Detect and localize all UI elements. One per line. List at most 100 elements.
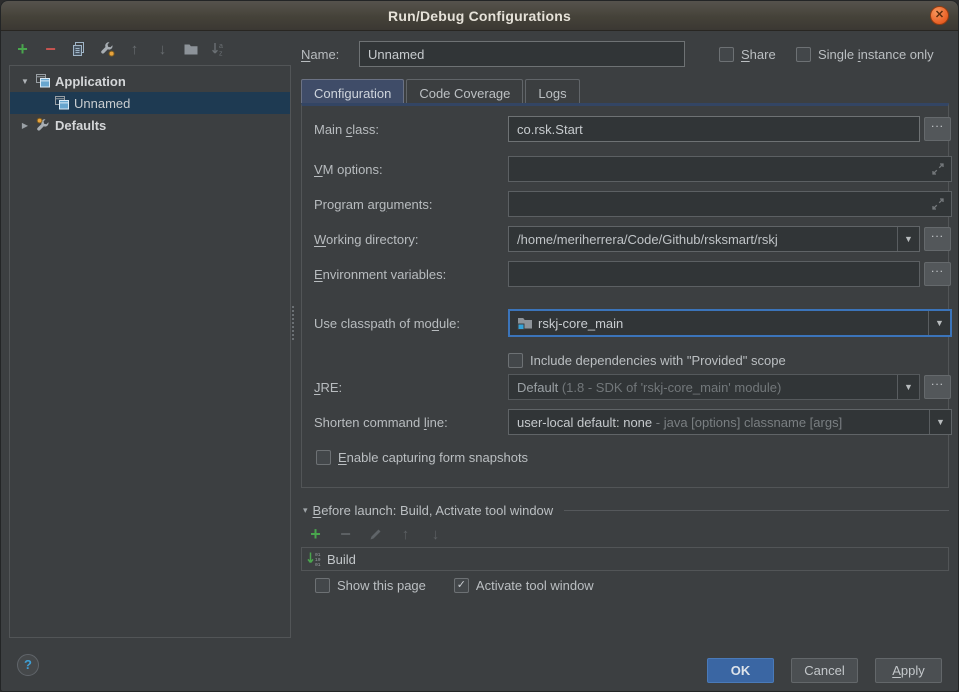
environment-variables-label: Environment variables:	[314, 267, 496, 282]
create-folder-button[interactable]	[182, 41, 199, 58]
chevron-down-icon: ▼	[935, 318, 944, 328]
activate-tool-window-label: Activate tool window	[476, 578, 594, 593]
panel-splitter-handle[interactable]	[292, 306, 296, 340]
environment-variables-browse-button[interactable]: ...	[924, 262, 951, 286]
edit-task-button[interactable]	[367, 526, 384, 543]
sort-az-icon: a z	[211, 41, 227, 57]
vm-options-label: VM options:	[314, 162, 496, 177]
remove-icon: −	[340, 527, 351, 541]
check-icon: ✓	[457, 580, 466, 591]
include-provided-checkbox[interactable]	[508, 353, 523, 368]
shorten-command-line-value: user-local default: none - java [options…	[509, 415, 929, 430]
close-icon: ✕	[935, 9, 944, 21]
ellipsis-icon: ...	[931, 226, 944, 240]
chevron-down-icon: ▼	[904, 382, 913, 392]
application-icon	[35, 73, 51, 89]
tab-configuration[interactable]: Configuration	[301, 79, 404, 103]
working-directory-value: /home/meriherrera/Code/Github/rsksmart/r…	[509, 232, 897, 247]
program-arguments-input[interactable]	[508, 191, 952, 217]
show-this-page-label: Show this page	[337, 578, 426, 593]
configuration-tab-panel: Main class: co.rsk.Start ... VM options:…	[301, 103, 949, 488]
close-button[interactable]: ✕	[930, 6, 949, 25]
shorten-command-line-dropdown-button[interactable]: ▼	[929, 410, 951, 434]
activate-tool-window-checkbox[interactable]: ✓	[454, 578, 469, 593]
before-launch-toolbar: + − ↑ ↓	[307, 526, 444, 542]
configurations-tree: ▼ Application Unnamed ▶	[9, 65, 291, 638]
application-icon	[54, 95, 70, 111]
main-class-label: Main class:	[314, 122, 496, 137]
jre-combobox[interactable]: Default (1.8 - SDK of 'rskj-core_main' m…	[508, 374, 920, 400]
chevron-right-icon[interactable]: ▶	[18, 121, 32, 130]
remove-task-button[interactable]: −	[337, 526, 354, 543]
tab-code-coverage[interactable]: Code Coverage	[406, 79, 523, 103]
help-button[interactable]: ?	[17, 654, 39, 676]
form-snapshots-row: Enable capturing form snapshots	[314, 444, 938, 470]
use-classpath-dropdown-button[interactable]: ▼	[928, 311, 950, 335]
show-this-page-checkbox[interactable]	[315, 578, 330, 593]
task-item-build[interactable]: Build	[327, 552, 356, 567]
apply-button[interactable]: Apply	[875, 658, 942, 683]
expand-field-button[interactable]	[932, 198, 944, 210]
collapse-arrow-icon[interactable]: ▾	[303, 505, 308, 516]
use-classpath-combobox[interactable]: rskj-core_main ▼	[508, 309, 952, 337]
working-directory-label: Working directory:	[314, 232, 496, 247]
jre-browse-button[interactable]: ...	[924, 375, 951, 399]
edit-defaults-button[interactable]	[98, 41, 115, 58]
working-directory-row: Working directory: /home/meriherrera/Cod…	[314, 226, 938, 252]
remove-configuration-button[interactable]: −	[42, 41, 59, 58]
program-arguments-label: Program arguments:	[314, 197, 496, 212]
working-directory-browse-button[interactable]: ...	[924, 227, 951, 251]
single-instance-checkbox[interactable]	[796, 47, 811, 62]
tab-logs[interactable]: Logs	[525, 79, 579, 103]
name-input[interactable]: Unnamed	[359, 41, 685, 67]
add-configuration-button[interactable]: +	[14, 41, 31, 58]
share-checkbox[interactable]	[719, 47, 734, 62]
run-debug-configurations-dialog: Run/Debug Configurations ✕ + − ↑ ↓	[0, 0, 959, 692]
vm-options-input[interactable]	[508, 156, 952, 182]
jre-value: Default (1.8 - SDK of 'rskj-core_main' m…	[509, 380, 897, 395]
expand-field-button[interactable]	[932, 163, 944, 175]
ok-button[interactable]: OK	[707, 658, 774, 683]
pencil-icon	[369, 527, 383, 541]
vm-options-row: VM options:	[314, 156, 938, 182]
environment-variables-input[interactable]	[508, 261, 920, 287]
tree-item-label: Application	[55, 74, 126, 89]
main-class-browse-button[interactable]: ...	[924, 117, 951, 141]
add-task-button[interactable]: +	[307, 526, 324, 543]
name-label: Name:	[301, 47, 339, 62]
chevron-down-icon: ▼	[936, 417, 945, 427]
svg-text:z: z	[219, 51, 223, 58]
tree-item-application[interactable]: ▼ Application	[10, 70, 290, 92]
main-class-value: co.rsk.Start	[517, 122, 583, 137]
before-launch-header[interactable]: ▾ Before launch: Build, Activate tool wi…	[303, 502, 949, 518]
share-label: Share	[741, 47, 776, 62]
single-instance-label: Single instance only	[818, 47, 934, 62]
sort-configurations-button[interactable]: a z	[210, 41, 227, 58]
form-snapshots-label: Enable capturing form snapshots	[338, 450, 528, 465]
form-snapshots-checkbox[interactable]	[316, 450, 331, 465]
shorten-command-line-combobox[interactable]: user-local default: none - java [options…	[508, 409, 952, 435]
expand-icon	[932, 163, 944, 175]
cancel-button[interactable]: Cancel	[791, 658, 858, 683]
tree-item-defaults[interactable]: ▶ Defaults	[10, 114, 290, 136]
wrench-icon	[99, 41, 115, 57]
tree-item-unnamed[interactable]: Unnamed	[10, 92, 290, 114]
working-directory-dropdown-button[interactable]: ▼	[897, 227, 919, 251]
move-task-up-button[interactable]: ↑	[397, 526, 414, 543]
move-down-button[interactable]: ↓	[154, 41, 171, 58]
question-icon: ?	[24, 657, 32, 672]
move-up-button[interactable]: ↑	[126, 41, 143, 58]
copy-configuration-button[interactable]	[70, 41, 87, 58]
name-value: Unnamed	[368, 47, 424, 62]
main-class-input[interactable]: co.rsk.Start	[508, 116, 920, 142]
working-directory-combobox[interactable]: /home/meriherrera/Code/Github/rsksmart/r…	[508, 226, 920, 252]
chevron-down-icon[interactable]: ▼	[18, 77, 32, 86]
move-down-icon: ↓	[432, 526, 440, 543]
module-icon	[517, 315, 533, 331]
single-instance-option: Single instance only	[796, 41, 934, 67]
shorten-command-line-hint: - java [options] classname [args]	[656, 415, 842, 430]
move-task-down-button[interactable]: ↓	[427, 526, 444, 543]
ellipsis-icon: ...	[931, 116, 944, 130]
jre-dropdown-button[interactable]: ▼	[897, 375, 919, 399]
main-class-row: Main class: co.rsk.Start ...	[314, 116, 938, 142]
